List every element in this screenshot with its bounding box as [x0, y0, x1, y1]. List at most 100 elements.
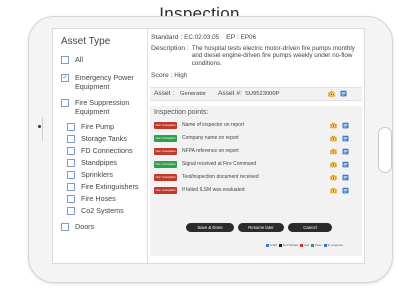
- legend-swatch: [323, 243, 327, 247]
- checkbox[interactable]: [67, 195, 75, 203]
- inspection-point-row[interactable]: Non Compliant NFPA reference on report: [154, 148, 360, 156]
- checkbox[interactable]: [67, 159, 75, 167]
- inspection-point-row[interactable]: Non Compliant If failed ILSM was evaluat…: [154, 187, 360, 195]
- filter-fire-hoses[interactable]: Fire Hoses: [67, 194, 116, 203]
- camera-icon[interactable]: [330, 187, 337, 194]
- status-badge[interactable]: Non Compliant: [154, 122, 177, 129]
- asset-number-value: SU9523000P: [245, 91, 280, 97]
- standard-value: EC.02.03.05: [184, 34, 220, 41]
- inspection-point-row[interactable]: Non Compliant Signal received at Fire Co…: [154, 161, 360, 169]
- checkbox[interactable]: [67, 171, 75, 179]
- filter-label: Fire Pump: [81, 122, 115, 131]
- sidebar-title: Asset Type: [61, 36, 111, 47]
- inspection-point-label: Test/inspection document received: [182, 174, 259, 180]
- standard-line: Standard : EC.02.03.05 EP : EP06: [151, 34, 256, 41]
- inspection-point-label: Company name on report: [182, 135, 239, 141]
- filter-standpipes[interactable]: Standpipes: [67, 158, 117, 167]
- filter-all[interactable]: All: [61, 55, 83, 64]
- filter-fd-connections[interactable]: FD Connections: [67, 146, 133, 155]
- home-button[interactable]: [378, 127, 392, 173]
- filter-label: Fire Suppression Equipment: [75, 98, 130, 116]
- legend-item: Fail: [300, 243, 309, 247]
- standard-label: Standard :: [151, 34, 183, 41]
- checkbox[interactable]: [61, 223, 69, 231]
- inspection-point-label: If failed ILSM was evaluated: [182, 187, 245, 193]
- inspection-point-row[interactable]: Non Compliant Company name on report: [154, 135, 360, 143]
- camera-icon[interactable]: [330, 174, 337, 181]
- inspection-point-row[interactable]: Non Compliant Test/inspection document r…: [154, 174, 360, 182]
- score-line: Score : High: [151, 72, 187, 79]
- camera-icon[interactable]: [330, 122, 337, 129]
- inspection-point-label: Name of inspector on report: [182, 122, 244, 128]
- filter-label: Emergency Power Equipment: [75, 73, 134, 91]
- status-badge[interactable]: Non Compliant: [154, 135, 177, 142]
- status-badge[interactable]: Non Compliant: [154, 174, 177, 181]
- legend-item: ILSM: [266, 243, 277, 247]
- asset-label: Asset :: [154, 90, 175, 97]
- legend-label: ILSM: [270, 243, 278, 247]
- filter-label: Storage Tanks: [81, 134, 127, 143]
- legend-item: Not Started: [279, 243, 298, 247]
- camera-icon[interactable]: [330, 161, 337, 168]
- filter-label: Sprinklers: [81, 170, 113, 179]
- filter-emergency-power-equipment[interactable]: ✓ Emergency Power Equipment: [61, 73, 143, 91]
- legend-item: Pass: [311, 243, 322, 247]
- camera-icon[interactable]: [330, 135, 337, 142]
- checkbox[interactable]: [67, 135, 75, 143]
- score-value: High: [174, 72, 188, 79]
- legend-swatch: [300, 243, 304, 247]
- score-label: Score :: [151, 72, 173, 79]
- filter-fire-pump[interactable]: Fire Pump: [67, 122, 114, 131]
- save-done-button[interactable]: Save & Done: [186, 223, 234, 232]
- legend-swatch: [266, 243, 269, 247]
- filter-fire-suppression-equipment[interactable]: Fire Suppression Equipment: [61, 98, 143, 116]
- checkbox[interactable]: [67, 147, 75, 155]
- checkbox[interactable]: [67, 207, 75, 215]
- cancel-button[interactable]: Cancel: [288, 223, 332, 232]
- status-badge[interactable]: Non Compliant: [154, 187, 177, 194]
- note-icon[interactable]: [342, 187, 349, 194]
- filter-label: Fire Hoses: [81, 194, 116, 203]
- camera-icon[interactable]: [328, 91, 335, 97]
- description-label: Description :: [151, 45, 189, 52]
- inspection-main: Standard : EC.02.03.05 EP : EP06 Descrip…: [148, 29, 364, 263]
- filter-fire-extinguishers[interactable]: Fire Extinguishers: [67, 182, 139, 191]
- filter-label: All: [75, 55, 83, 64]
- status-legend: ILSM Not Started Fail Pass In progress: [264, 243, 343, 247]
- asset-number-label: Asset #:: [218, 90, 242, 97]
- status-badge[interactable]: Non Compliant: [154, 161, 177, 168]
- filter-label: FD Connections: [81, 146, 133, 155]
- note-icon[interactable]: [342, 161, 349, 168]
- ep-label: EP :: [226, 34, 239, 41]
- legend-label: Fail: [304, 243, 310, 247]
- inspection-point-label: Signal received at Fire Command: [182, 161, 257, 167]
- note-icon[interactable]: [342, 148, 349, 155]
- legend-swatch: [279, 243, 283, 247]
- asset-type-sidebar: Asset Type All ✓ Emergency Power Equipme…: [53, 29, 148, 263]
- status-badge[interactable]: Non Compliant: [154, 148, 177, 155]
- inspection-points-title: Inspection points:: [154, 109, 209, 116]
- inspection-point-row[interactable]: Non Compliant Name of inspector on repor…: [154, 122, 360, 130]
- legend-label: Pass: [315, 243, 322, 247]
- note-icon[interactable]: [342, 122, 349, 129]
- filter-storage-tanks[interactable]: Storage Tanks: [67, 134, 127, 143]
- checkbox[interactable]: [61, 56, 69, 64]
- app-screen: Asset Type All ✓ Emergency Power Equipme…: [52, 28, 365, 264]
- filter-sprinklers[interactable]: Sprinklers: [67, 170, 113, 179]
- resume-later-button[interactable]: Resume later: [238, 223, 284, 232]
- description-text: The hospital tests electric motor-driven…: [191, 45, 355, 67]
- note-icon[interactable]: [342, 135, 349, 142]
- camera-icon[interactable]: [330, 148, 337, 155]
- legend-label: In progress: [327, 243, 343, 247]
- checkbox[interactable]: [61, 99, 69, 107]
- checkbox-checked[interactable]: ✓: [61, 74, 69, 82]
- checkbox[interactable]: [67, 123, 75, 131]
- legend-swatch: [311, 243, 315, 247]
- inspection-points-panel: Inspection points: Non Compliant Name of…: [150, 106, 362, 256]
- note-icon[interactable]: [340, 90, 347, 97]
- filter-label: Doors: [75, 222, 95, 231]
- note-icon[interactable]: [342, 174, 349, 181]
- filter-doors[interactable]: Doors: [61, 222, 94, 231]
- filter-co2-systems[interactable]: Co2 Systems: [67, 206, 124, 215]
- checkbox[interactable]: [67, 183, 75, 191]
